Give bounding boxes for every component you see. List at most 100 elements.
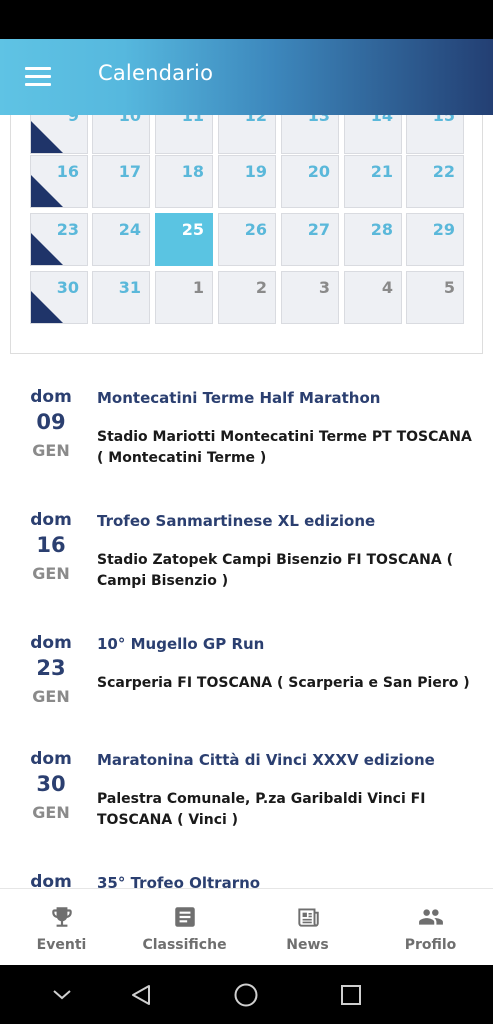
calendar-day-number: 15 (432, 115, 455, 125)
calendar-day-cell[interactable]: 22 (406, 155, 464, 208)
calendar-day-cell[interactable]: 30 (30, 271, 88, 324)
nav-item-news[interactable]: News (246, 889, 369, 966)
event-month: GEN (32, 441, 70, 460)
calendar-day-cell[interactable]: 2 (218, 271, 276, 324)
event-day: 23 (36, 656, 66, 680)
calendar-day-cell[interactable]: 10 (92, 115, 150, 154)
calendar-day-number: 20 (307, 162, 330, 181)
chevron-down-icon[interactable] (48, 981, 76, 1009)
calendar-day-number: 21 (370, 162, 393, 181)
calendar-day-number: 27 (307, 220, 330, 239)
event-weekday: dom (30, 633, 72, 653)
calendar-day-number: 17 (118, 162, 141, 181)
calendar-day-number: 28 (370, 220, 393, 239)
calendar-day-cell[interactable]: 13 (281, 115, 339, 154)
event-title: 10° Mugello GP Run (97, 635, 265, 653)
calendar-day-number: 13 (307, 115, 330, 125)
event-list-item[interactable]: dom 09 GEN Montecatini Terme Half Marathon S… (0, 387, 493, 487)
system-navigation-bar (0, 965, 493, 1024)
nav-label: Eventi (36, 937, 87, 953)
calendar-day-cell[interactable]: 15 (406, 115, 464, 154)
event-title: Maratonina Città di Vinci XXXV edizione (97, 751, 435, 769)
calendar-day-cell[interactable]: 4 (344, 271, 402, 324)
app-bar: Calendario (0, 39, 493, 115)
calendar-day-number: 2 (255, 278, 267, 297)
event-title: Montecatini Terme Half Marathon (97, 389, 381, 407)
newspaper-icon (297, 908, 319, 927)
calendar-day-number: 1 (192, 278, 204, 297)
calendar-day-number: 10 (118, 115, 141, 125)
calendar-day-cell[interactable]: 9 (30, 115, 88, 154)
calendar-day-cell[interactable]: 21 (344, 155, 402, 208)
calendar-day-cell[interactable]: 1 (155, 271, 213, 324)
nav-label: Classifiche (142, 937, 227, 953)
calendar-day-number: 5 (443, 278, 455, 297)
event-month: GEN (32, 564, 70, 583)
nav-item-eventi[interactable]: Eventi (0, 889, 123, 966)
calendar-day-cell[interactable]: 25 (155, 213, 213, 266)
event-weekday: dom (30, 510, 72, 530)
nav-label: News (286, 937, 329, 953)
calendar-day-cell[interactable]: 18 (155, 155, 213, 208)
event-day: 30 (36, 772, 66, 796)
trophy-icon (51, 907, 72, 927)
event-weekday: dom (30, 387, 72, 407)
hamburger-menu-icon[interactable] (25, 67, 51, 87)
calendar-day-number: 19 (244, 162, 267, 181)
calendar-day-cell[interactable]: 17 (92, 155, 150, 208)
calendar-day-number: 4 (381, 278, 393, 297)
event-marker-icon (31, 121, 63, 153)
people-icon (418, 909, 443, 925)
calendar-day-number: 3 (318, 278, 330, 297)
calendar-day-number: 26 (244, 220, 267, 239)
calendar-day-number: 11 (181, 115, 204, 125)
event-weekday: dom (30, 749, 72, 769)
event-marker-icon (31, 291, 63, 323)
nav-item-classifiche[interactable]: Classifiche (123, 889, 246, 966)
calendar-day-cell[interactable]: 16 (30, 155, 88, 208)
calendar-day-cell[interactable]: 31 (92, 271, 150, 324)
event-day: 16 (36, 533, 66, 557)
event-marker-icon (31, 175, 63, 207)
event-weekday: dom (30, 872, 72, 888)
calendar-day-cell[interactable]: 24 (92, 213, 150, 266)
calendar-grid: 9 10 11 12 13 14 15 16 17 18 19 20 21 22 23 24 25 26 27 28 2… (10, 115, 483, 354)
calendar-day-cell[interactable]: 3 (281, 271, 339, 324)
calendar-day-number: 24 (118, 220, 141, 239)
back-icon[interactable] (127, 981, 155, 1009)
nav-label: Profilo (404, 937, 457, 953)
calendar-day-cell[interactable]: 14 (344, 115, 402, 154)
calendar-day-cell[interactable]: 11 (155, 115, 213, 154)
calendar-day-number: 14 (370, 115, 393, 125)
event-month: GEN (32, 687, 70, 706)
event-list-item[interactable]: dom 35° Trofeo Oltrarno (0, 872, 493, 888)
bottom-navigation: Eventi Classifiche News Profilo (0, 888, 493, 965)
event-location: Scarperia FI TOSCANA ( Scarperia e San P… (97, 675, 470, 691)
event-location: Palestra Comunale, P.za Garibaldi Vinci … (97, 791, 426, 828)
calendar-day-cell[interactable]: 5 (406, 271, 464, 324)
event-list-item[interactable]: dom 30 GEN Maratonina Città di Vinci XXXV e… (0, 749, 493, 849)
calendar-day-cell[interactable]: 19 (218, 155, 276, 208)
event-list-item[interactable]: dom 16 GEN Trofeo Sanmartinese XL edizione S… (0, 510, 493, 610)
event-marker-icon (31, 233, 63, 265)
status-bar (0, 0, 493, 39)
event-day: 09 (36, 410, 66, 434)
event-location: Stadio Zatopek Campi Bisenzio FI TOSCANA… (97, 552, 453, 589)
calendar-day-number: 12 (244, 115, 267, 125)
calendar-day-cell[interactable]: 12 (218, 115, 276, 154)
nav-item-profilo[interactable]: Profilo (369, 889, 492, 966)
calendar-day-cell[interactable]: 28 (344, 213, 402, 266)
calendar-day-cell[interactable]: 23 (30, 213, 88, 266)
event-title: 35° Trofeo Oltrarno (97, 874, 261, 888)
recents-icon[interactable] (337, 981, 365, 1009)
home-icon[interactable] (232, 981, 260, 1009)
calendar-day-cell[interactable]: 20 (281, 155, 339, 208)
event-list-item[interactable]: dom 23 GEN 10° Mugello GP Run Scarperia FI T… (0, 633, 493, 733)
calendar-day-cell[interactable]: 27 (281, 213, 339, 266)
calendar-day-number: 22 (432, 162, 455, 181)
list-icon (174, 907, 195, 927)
calendar-day-number: 9 (67, 115, 79, 125)
calendar-day-cell[interactable]: 26 (218, 213, 276, 266)
main-content[interactable]: 9 10 11 12 13 14 15 16 17 18 19 20 21 22 23 24 25 26 27 28 2… (0, 115, 493, 888)
calendar-day-cell[interactable]: 29 (406, 213, 464, 266)
